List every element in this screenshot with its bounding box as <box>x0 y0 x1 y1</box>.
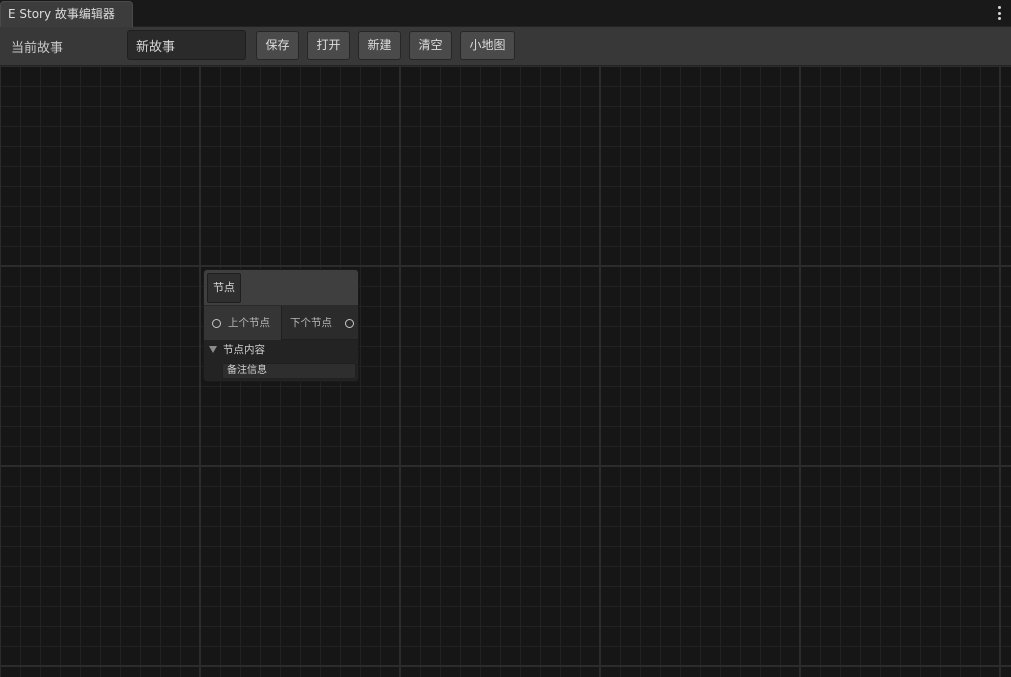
current-story-label: 当前故事 <box>11 41 64 56</box>
foldout-arrow-icon[interactable] <box>209 346 217 353</box>
toolbar: 当前故事 保存 打开 新建 清空 小地图 <box>0 27 1011 66</box>
clear-button[interactable]: 清空 <box>409 31 452 60</box>
node-ports: 上个节点 下个节点 <box>204 306 358 340</box>
story-name-input[interactable] <box>127 30 246 60</box>
note-field[interactable]: 备注信息 <box>222 363 356 379</box>
save-button[interactable]: 保存 <box>256 31 299 60</box>
kebab-dot <box>997 6 1001 9</box>
input-port-label: 上个节点 <box>228 317 270 329</box>
input-port[interactable]: 上个节点 <box>204 306 282 340</box>
output-port-label: 下个节点 <box>290 317 332 329</box>
window-tab-bar: E Story 故事编辑器 <box>0 0 1011 27</box>
new-button[interactable]: 新建 <box>358 31 401 60</box>
node-content-foldout[interactable]: 节点内容 <box>223 342 265 357</box>
node-title[interactable]: 节点 <box>207 273 241 303</box>
output-port-connector-icon[interactable] <box>345 319 354 328</box>
output-port[interactable]: 下个节点 <box>282 306 358 340</box>
window-tab[interactable]: E Story 故事编辑器 <box>0 1 133 27</box>
graph-canvas[interactable] <box>0 66 1011 677</box>
node-title-bar[interactable]: 节点 <box>204 270 358 306</box>
kebab-menu-icon[interactable] <box>993 6 1005 20</box>
input-port-connector-icon[interactable] <box>212 319 221 328</box>
minimap-button[interactable]: 小地图 <box>460 31 515 60</box>
kebab-dot <box>997 11 1001 15</box>
open-button[interactable]: 打开 <box>307 31 350 60</box>
kebab-dot <box>997 17 1001 20</box>
story-node[interactable]: 节点 上个节点 下个节点 节点内容 备注信息 <box>203 269 359 382</box>
